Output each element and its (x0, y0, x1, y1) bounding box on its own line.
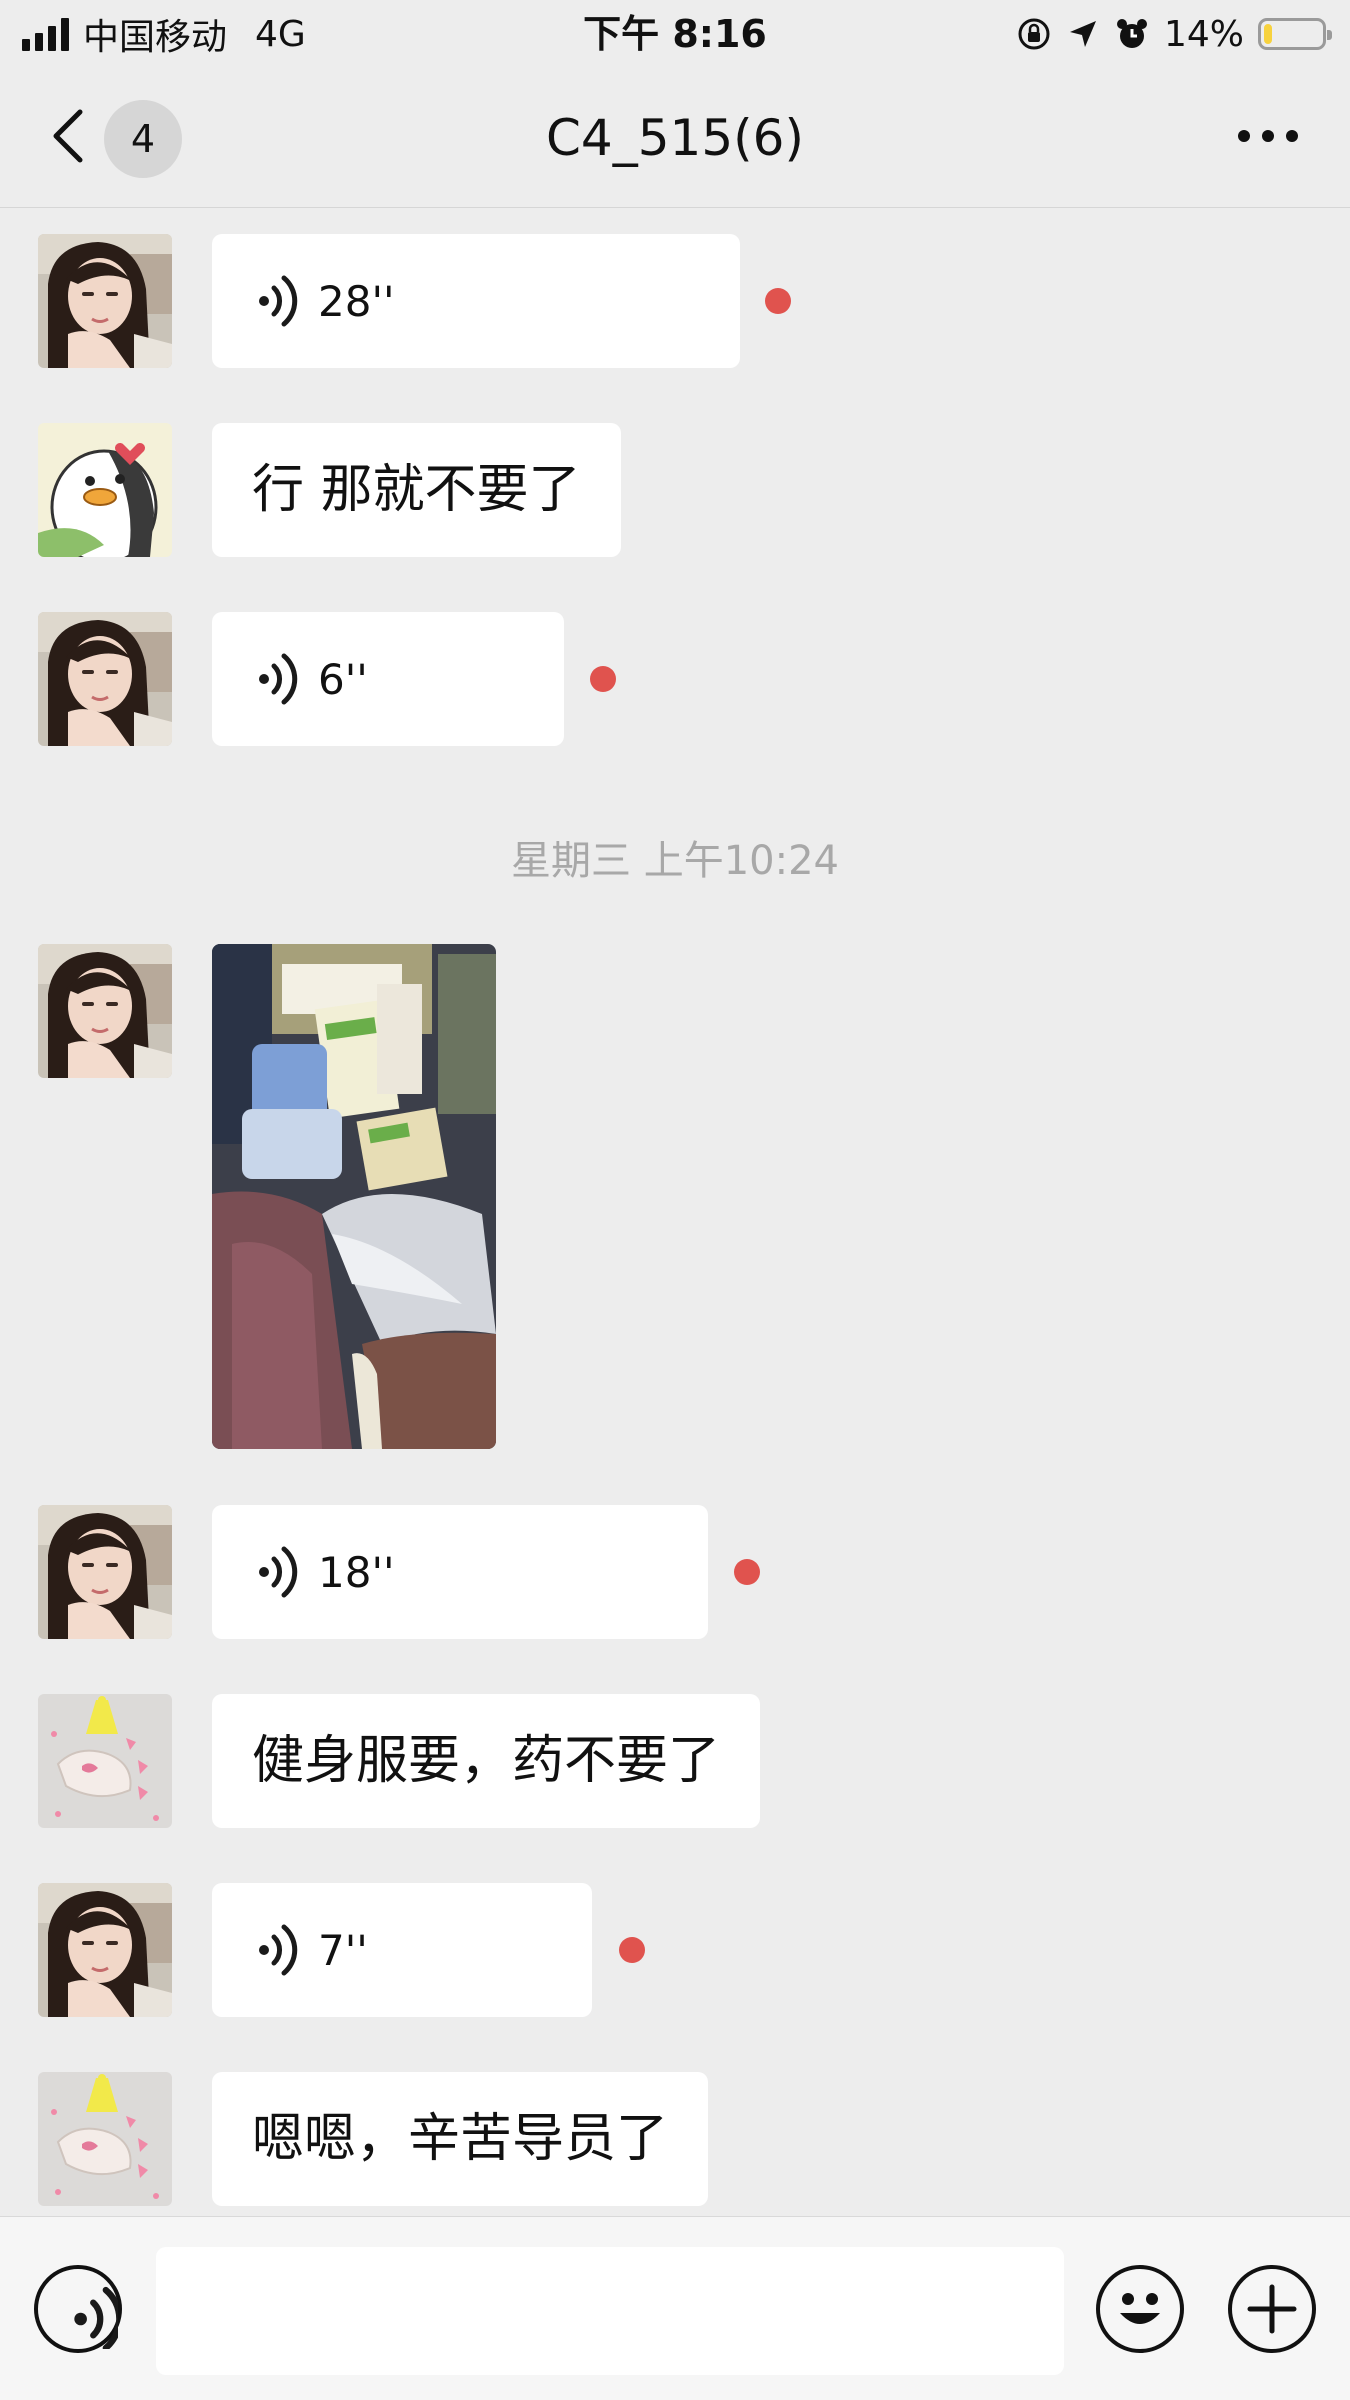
voice-mode-button[interactable] (34, 2265, 122, 2353)
alarm-clock-icon (1116, 19, 1147, 48)
voice-duration: 28'' (318, 276, 395, 326)
voice-duration: 6'' (318, 654, 368, 704)
message-input[interactable] (156, 2247, 1064, 2375)
text-message-bubble[interactable]: 行 那就不要了 (212, 423, 621, 557)
chat-title: C4_515(6) (546, 109, 804, 167)
chat-header: 4 C4_515(6) (0, 68, 1350, 208)
voice-message-bubble[interactable]: 7'' (212, 1883, 592, 2017)
voice-message-bubble[interactable]: 6'' (212, 612, 564, 746)
voice-mode-icon (38, 2269, 118, 2349)
battery-icon (1258, 18, 1332, 50)
unread-dot (619, 1937, 645, 1963)
avatar[interactable] (38, 1694, 172, 1828)
voice-duration: 7'' (318, 1925, 368, 1975)
avatar[interactable] (38, 234, 172, 368)
emoji-button[interactable] (1096, 2265, 1184, 2353)
avatar[interactable] (38, 1883, 172, 2017)
location-arrow-icon (1069, 21, 1096, 47)
battery-level (1264, 24, 1272, 44)
voice-wave-icon (256, 652, 298, 706)
orientation-lock-icon (1018, 18, 1050, 50)
avatar[interactable] (38, 423, 172, 557)
input-bar (0, 2216, 1350, 2400)
voice-duration: 18'' (318, 1547, 395, 1597)
status-bar: 中国移动 4G 下午 8:16 14% (0, 0, 1350, 68)
text-message-bubble[interactable]: 健身服要，药不要了 (212, 1694, 761, 1828)
voice-wave-icon (256, 1545, 298, 1599)
avatar[interactable] (38, 944, 172, 1078)
unread-count-badge[interactable]: 4 (104, 100, 182, 178)
text-message-bubble[interactable]: 嗯嗯，辛苦导员了 (212, 2072, 709, 2206)
avatar[interactable] (38, 1505, 172, 1639)
voice-message-bubble[interactable]: 18'' (212, 1505, 708, 1639)
add-button[interactable] (1228, 2265, 1316, 2353)
photo-thumbnail (212, 944, 496, 1449)
message-text: 健身服要，药不要了 (252, 1731, 721, 1791)
message-list[interactable]: 28'' 行 那就不要了 6'' 星期三 上午10:24 18'' 健身服要，药… (0, 208, 1350, 2216)
image-message[interactable] (212, 944, 496, 1449)
plus-icon (1247, 2284, 1297, 2334)
more-dots-icon (1238, 130, 1250, 142)
unread-dot (765, 288, 791, 314)
avatar[interactable] (38, 612, 172, 746)
avatar[interactable] (38, 2072, 172, 2206)
timestamp: 星期三 上午10:24 (511, 838, 839, 884)
message-text: 行 那就不要了 (252, 460, 581, 520)
voice-wave-icon (256, 274, 298, 328)
voice-message-bubble[interactable]: 28'' (212, 234, 740, 368)
unread-dot (590, 666, 616, 692)
emoji-icon (1120, 2293, 1160, 2324)
back-button[interactable] (48, 106, 88, 166)
message-text: 嗯嗯，辛苦导员了 (252, 2109, 669, 2169)
battery-percent: 14% (1163, 13, 1244, 55)
status-right: 14% (1016, 10, 1332, 58)
unread-dot (734, 1559, 760, 1585)
more-options-button[interactable] (1238, 126, 1298, 146)
voice-wave-icon (256, 1923, 298, 1977)
chevron-left-icon (53, 109, 83, 163)
